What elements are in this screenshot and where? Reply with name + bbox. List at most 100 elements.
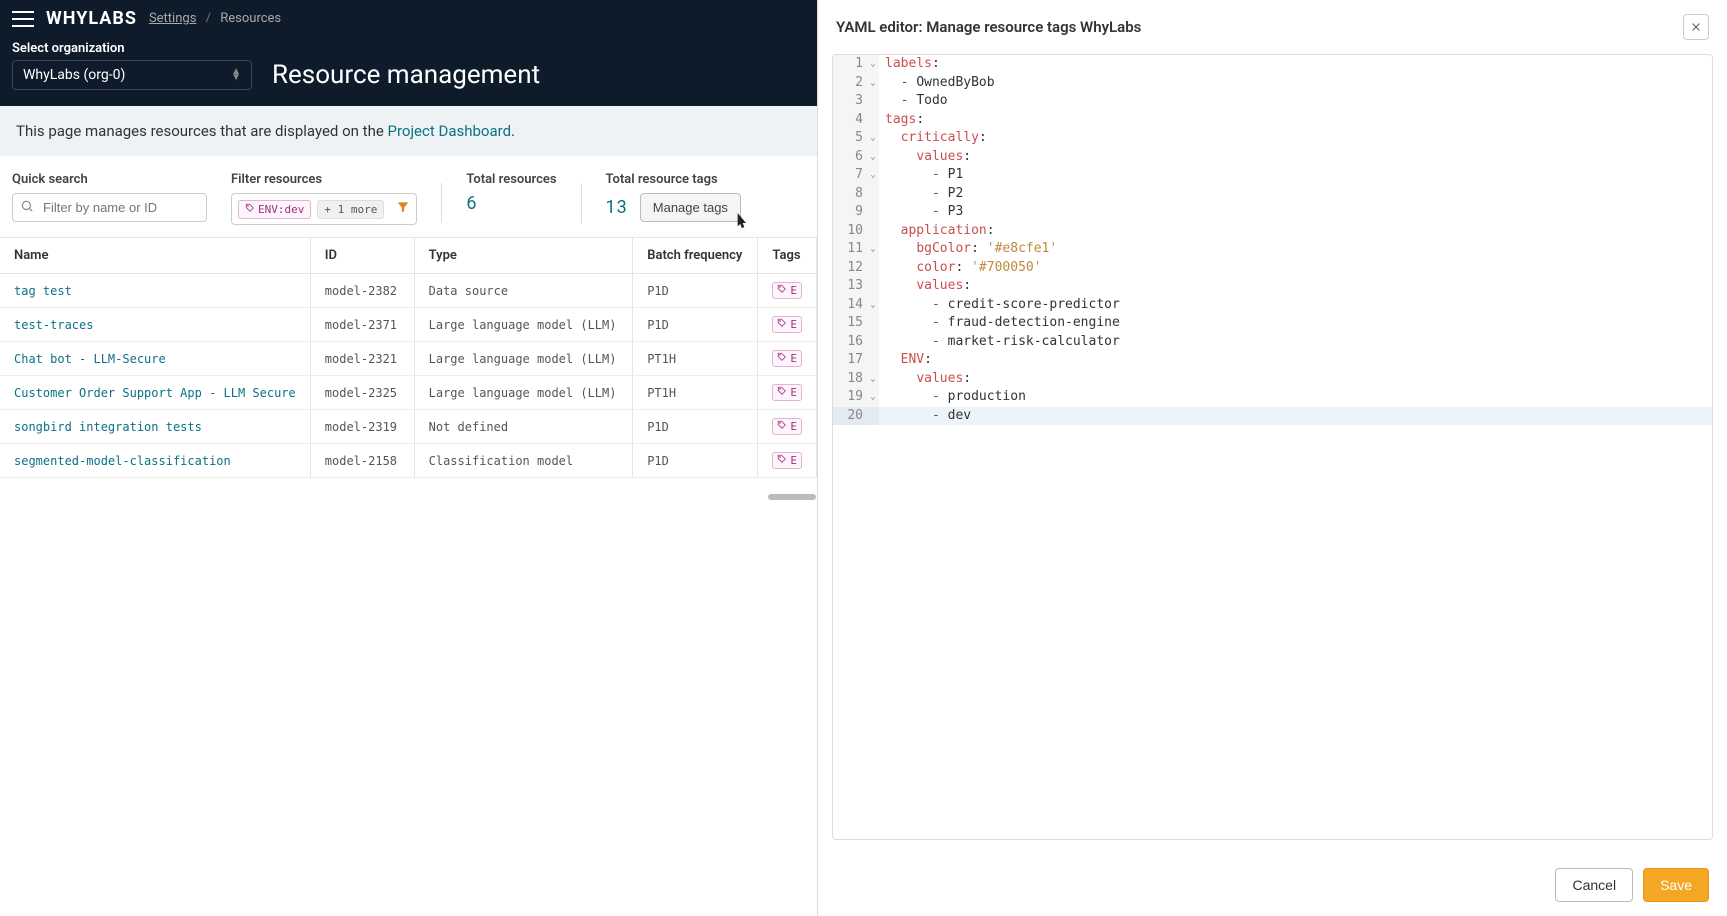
line-number: 16 [833,333,867,352]
close-button[interactable] [1683,14,1709,40]
resource-name-link[interactable]: Customer Order Support App - LLM Secure [14,386,296,400]
code-line[interactable]: 12 color: '#700050' [833,259,1712,278]
tag-icon [245,203,255,216]
hamburger-menu-icon[interactable] [12,11,34,27]
resource-type: Data source [414,274,633,308]
fold-toggle-icon [867,259,879,278]
table-row: test-tracesmodel-2371Large language mode… [0,308,817,342]
tag-icon [777,284,787,297]
resource-name-link[interactable]: songbird integration tests [14,420,202,434]
tag-icon [777,454,787,467]
code-line[interactable]: 13 values: [833,277,1712,296]
org-select[interactable]: WhyLabs (org-0) ▲▼ [12,60,252,90]
code-line[interactable]: 10 application: [833,222,1712,241]
col-header-name[interactable]: Name [0,238,310,274]
resource-tag-chip[interactable]: E [772,282,802,299]
code-line[interactable]: 6⌄ values: [833,148,1712,167]
tag-icon [777,318,787,331]
code-line[interactable]: 14⌄ - credit-score-predictor [833,296,1712,315]
line-number: 2 [833,74,867,93]
code-line[interactable]: 16 - market-risk-calculator [833,333,1712,352]
code-line[interactable]: 1⌄labels: [833,55,1712,74]
col-header-batch[interactable]: Batch frequency [633,238,758,274]
resource-tag-chip[interactable]: E [772,384,802,401]
line-number: 9 [833,203,867,222]
resource-name-link[interactable]: segmented-model-classification [14,454,231,468]
resource-batch: P1D [633,444,758,478]
resource-batch: P1D [633,274,758,308]
code-line[interactable]: 18⌄ values: [833,370,1712,389]
fold-toggle-icon[interactable]: ⌄ [867,74,879,93]
funnel-icon[interactable] [396,200,410,218]
filter-resources[interactable]: ENV:dev + 1 more [231,193,417,225]
code-line[interactable]: 5⌄ critically: [833,129,1712,148]
code-line[interactable]: 9 - P3 [833,203,1712,222]
resource-type: Not defined [414,410,633,444]
resource-name-link[interactable]: tag test [14,284,72,298]
horizontal-scrollbar[interactable] [768,494,816,500]
resource-batch: P1D [633,308,758,342]
save-button[interactable]: Save [1643,868,1709,902]
fold-toggle-icon[interactable]: ⌄ [867,240,879,259]
code-line[interactable]: 17 ENV: [833,351,1712,370]
filter-chip-more[interactable]: + 1 more [317,200,384,219]
fold-toggle-icon [867,111,879,130]
line-number: 15 [833,314,867,333]
fold-toggle-icon[interactable]: ⌄ [867,370,879,389]
code-line[interactable]: 2⌄ - OwnedByBob [833,74,1712,93]
line-number: 4 [833,111,867,130]
fold-toggle-icon[interactable]: ⌄ [867,148,879,167]
col-header-tags[interactable]: Tags [758,238,817,274]
tag-icon [777,352,787,365]
code-line[interactable]: 3 - Todo [833,92,1712,111]
resource-tag-chip[interactable]: E [772,418,802,435]
col-header-type[interactable]: Type [414,238,633,274]
code-line[interactable]: 19⌄ - production [833,388,1712,407]
logo: WHYLABS [46,8,137,29]
resource-id: model-2158 [310,444,414,478]
code-line[interactable]: 11⌄ bgColor: '#e8cfe1' [833,240,1712,259]
col-header-id[interactable]: ID [310,238,414,274]
table-row: Chat bot - LLM-Securemodel-2321Large lan… [0,342,817,376]
code-line[interactable]: 8 - P2 [833,185,1712,204]
table-row: songbird integration testsmodel-2319Not … [0,410,817,444]
resource-type: Large language model (LLM) [414,376,633,410]
fold-toggle-icon[interactable]: ⌄ [867,55,879,74]
code-line[interactable]: 20 - dev [833,407,1712,426]
fold-toggle-icon[interactable]: ⌄ [867,166,879,185]
resource-tag-chip[interactable]: E [772,316,802,333]
filter-chip-env[interactable]: ENV:dev [238,200,311,219]
info-banner: This page manages resources that are dis… [0,106,817,156]
resource-type: Large language model (LLM) [414,342,633,376]
resource-name-link[interactable]: test-traces [14,318,93,332]
search-input[interactable] [12,193,207,222]
line-number: 13 [833,277,867,296]
resource-tag-chip[interactable]: E [772,350,802,367]
editor-title: YAML editor: Manage resource tags WhyLab… [836,18,1141,36]
line-number: 10 [833,222,867,241]
resource-id: model-2325 [310,376,414,410]
breadcrumb: Settings / Resources [149,11,281,26]
project-dashboard-link[interactable]: Project Dashboard [388,122,512,140]
yaml-editor-panel: YAML editor: Manage resource tags WhyLab… [817,0,1727,916]
line-number: 8 [833,185,867,204]
resource-tag-chip[interactable]: E [772,452,802,469]
fold-toggle-icon [867,277,879,296]
code-line[interactable]: 4tags: [833,111,1712,130]
total-resources-value: 6 [466,193,556,214]
code-line[interactable]: 7⌄ - P1 [833,166,1712,185]
resource-batch: P1D [633,410,758,444]
fold-toggle-icon[interactable]: ⌄ [867,129,879,148]
line-number: 1 [833,55,867,74]
manage-tags-button[interactable]: Manage tags [640,193,741,222]
resource-name-link[interactable]: Chat bot - LLM-Secure [14,352,166,366]
yaml-code-editor[interactable]: 1⌄labels:2⌄ - OwnedByBob3 - Todo4tags:5⌄… [833,55,1712,839]
fold-toggle-icon [867,203,879,222]
cancel-button[interactable]: Cancel [1555,868,1633,902]
fold-toggle-icon[interactable]: ⌄ [867,388,879,407]
breadcrumb-settings[interactable]: Settings [149,11,196,26]
resource-type: Classification model [414,444,633,478]
fold-toggle-icon[interactable]: ⌄ [867,296,879,315]
line-number: 3 [833,92,867,111]
code-line[interactable]: 15 - fraud-detection-engine [833,314,1712,333]
